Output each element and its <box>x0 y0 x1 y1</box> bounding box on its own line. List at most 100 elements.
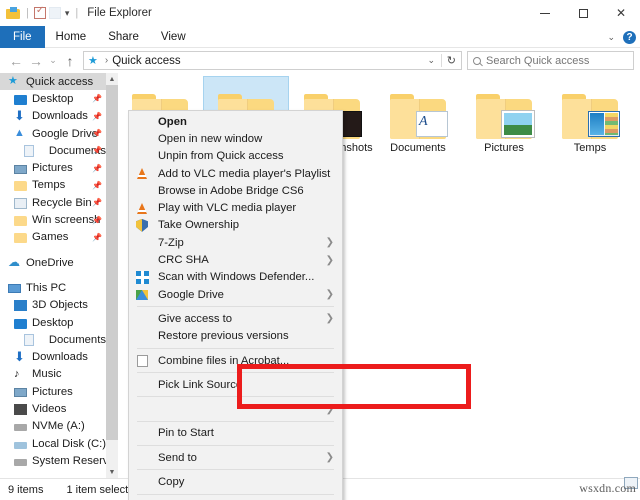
tab-file[interactable]: File <box>0 26 45 48</box>
menu-item-hidden[interactable]: ❯ <box>129 400 342 417</box>
window-title: File Explorer <box>87 7 152 19</box>
chevron-right-icon: ❯ <box>325 452 334 464</box>
back-arrow-icon[interactable]: ← <box>6 51 26 71</box>
quick-access-toolbar: | ▾ | File Explorer <box>0 5 152 20</box>
navigation-scrollbar[interactable]: ▲ ▼ <box>106 73 118 478</box>
menu-item-unpin-from-quick-access[interactable]: Unpin from Quick access <box>129 148 342 165</box>
menu-item-restore-previous-versions[interactable]: Restore previous versions <box>129 328 342 345</box>
menu-item-google-drive[interactable]: Google Drive ❯ <box>129 286 342 303</box>
sidebar-item-desktop[interactable]: Desktop 📌 <box>0 90 106 107</box>
sidebar-item-desktop[interactable]: Desktop <box>0 314 106 331</box>
menu-item-play-with-vlc-media-player[interactable]: Play with VLC media player <box>129 199 342 216</box>
chevron-right-icon: ❯ <box>325 289 334 301</box>
recent-locations-icon[interactable]: ⌄ <box>46 51 60 71</box>
menu-item-label: CRC SHA <box>158 254 209 267</box>
file-name-label: Pictures <box>484 142 524 154</box>
file-item[interactable]: Temps <box>548 77 632 154</box>
sidebar-item-documents[interactable]: Documents <box>0 331 106 348</box>
maximize-button[interactable] <box>564 0 602 26</box>
documents-icon <box>23 333 34 346</box>
refresh-icon[interactable]: ↻ <box>447 54 456 67</box>
menu-item-open-in-new-window[interactable]: Open in new window <box>129 130 342 147</box>
properties-checkbox-icon[interactable] <box>33 5 46 19</box>
sidebar-item-local-disk-c[interactable]: Local Disk (C:) <box>0 435 106 452</box>
close-button[interactable]: ✕ <box>602 0 640 26</box>
scroll-down-icon[interactable]: ▼ <box>106 466 118 478</box>
menu-item-label: Send to <box>158 451 197 464</box>
sidebar-item-nvme-a[interactable]: NVMe (A:) <box>0 418 106 435</box>
pin-icon[interactable]: 📌 <box>92 198 102 207</box>
help-icon[interactable]: ? <box>623 30 636 44</box>
menu-item-copy[interactable]: Copy <box>129 473 342 490</box>
minimize-button[interactable] <box>526 0 564 26</box>
sidebar-item-recycle-bin[interactable]: Recycle Bin 📌 <box>0 194 106 211</box>
menu-item-scan-with-windows-defender[interactable]: Scan with Windows Defender... <box>129 269 342 286</box>
scrollbar-thumb[interactable] <box>106 85 118 440</box>
menu-item-pin-to-start[interactable]: Pin to Start <box>129 425 342 442</box>
menu-item-crc-sha[interactable]: CRC SHA ❯ <box>129 251 342 268</box>
sidebar-item-downloads[interactable]: ⬇ Downloads 📌 <box>0 108 106 125</box>
sidebar-item-google-drive[interactable]: ▲ Google Drive 📌 <box>0 125 106 142</box>
pin-icon[interactable]: 📌 <box>92 233 102 242</box>
tab-share[interactable]: Share <box>97 26 150 48</box>
pin-icon[interactable]: 📌 <box>92 129 102 138</box>
search-box[interactable]: Search Quick access <box>467 51 634 70</box>
forward-arrow-icon[interactable]: → <box>26 51 46 71</box>
menu-item-browse-in-adobe-bridge-cs6[interactable]: Browse in Adobe Bridge CS6 <box>129 182 342 199</box>
menu-separator <box>137 396 334 398</box>
up-arrow-icon[interactable]: ↑ <box>60 51 80 71</box>
file-item[interactable]: Pictures <box>462 77 546 154</box>
tab-home[interactable]: Home <box>45 26 98 48</box>
pin-icon[interactable]: 📌 <box>92 181 102 190</box>
menu-item-label: Copy <box>158 475 185 488</box>
sidebar-item-label: OneDrive <box>26 256 74 269</box>
breadcrumb-current[interactable]: Quick access <box>112 55 180 67</box>
tab-view[interactable]: View <box>150 26 197 48</box>
sidebar-item-documents[interactable]: Documents 📌 <box>0 142 106 159</box>
pictures-icon <box>14 164 27 174</box>
explorer-icon[interactable] <box>6 6 21 20</box>
music-icon: ♪ <box>14 367 20 380</box>
desktop-icon <box>14 94 27 105</box>
sidebar-item-quick-access[interactable]: ★ Quick access <box>0 73 106 91</box>
menu-item-open[interactable]: Open <box>129 113 342 130</box>
google-drive-icon: ▲ <box>14 127 25 140</box>
new-folder-icon[interactable] <box>48 7 61 19</box>
menu-item-pick-link-source[interactable]: Pick Link Source <box>129 376 342 393</box>
windows-defender-icon <box>135 270 149 284</box>
sidebar-item-label: Desktop <box>32 316 74 329</box>
chevron-down-icon[interactable]: ▾ <box>64 8 71 19</box>
sidebar-item-games[interactable]: Games 📌 <box>0 229 106 246</box>
shield-icon <box>135 218 149 232</box>
pin-icon[interactable]: 📌 <box>92 94 102 103</box>
menu-item-7-zip[interactable]: 7-Zip ❯ <box>129 234 342 251</box>
sidebar-item-3d-objects[interactable]: 3D Objects <box>0 297 106 314</box>
file-item[interactable]: Documents <box>376 77 460 154</box>
sidebar-item-win-screensh[interactable]: Win screensh 📌 <box>0 211 106 228</box>
pin-icon[interactable]: 📌 <box>92 112 102 121</box>
sidebar-item-music[interactable]: ♪ Music <box>0 366 106 383</box>
address-input[interactable]: ★ › Quick access ⌄ ↻ <box>83 51 462 70</box>
chevron-down-icon[interactable]: ⌄ <box>427 55 435 66</box>
sidebar-item-label: Documents <box>48 333 106 346</box>
menu-item-send-to[interactable]: Send to ❯ <box>129 449 342 466</box>
sidebar-item-temps[interactable]: Temps 📌 <box>0 177 106 194</box>
pin-icon[interactable]: 📌 <box>92 146 102 155</box>
scroll-up-icon[interactable]: ▲ <box>106 73 118 85</box>
chevron-down-icon[interactable]: ⌄ <box>607 32 615 43</box>
sidebar-item-pictures[interactable]: Pictures <box>0 383 106 400</box>
menu-item-take-ownership[interactable]: Take Ownership <box>129 217 342 234</box>
sidebar-item-pictures[interactable]: Pictures 📌 <box>0 159 106 176</box>
pin-icon[interactable]: 📌 <box>92 164 102 173</box>
menu-item-combine-files-in-acrobat[interactable]: Combine files in Acrobat... <box>129 352 342 369</box>
sidebar-item-system-reserved[interactable]: System Reserved <box>0 452 106 469</box>
menu-item-give-access-to[interactable]: Give access to ❯ <box>129 310 342 327</box>
sidebar-item-videos[interactable]: Videos <box>0 400 106 417</box>
sidebar-item-onedrive[interactable]: ☁ OneDrive <box>0 254 106 271</box>
pin-icon[interactable]: 📌 <box>92 216 102 225</box>
menu-item-add-to-vlc-media-player-s-playlist[interactable]: Add to VLC media player's Playlist <box>129 165 342 182</box>
sidebar-item-downloads[interactable]: ⬇ Downloads <box>0 348 106 365</box>
menu-separator <box>137 469 334 471</box>
sidebar-item-this-pc[interactable]: This PC <box>0 279 106 296</box>
menu-item-label: Give access to <box>158 312 233 325</box>
